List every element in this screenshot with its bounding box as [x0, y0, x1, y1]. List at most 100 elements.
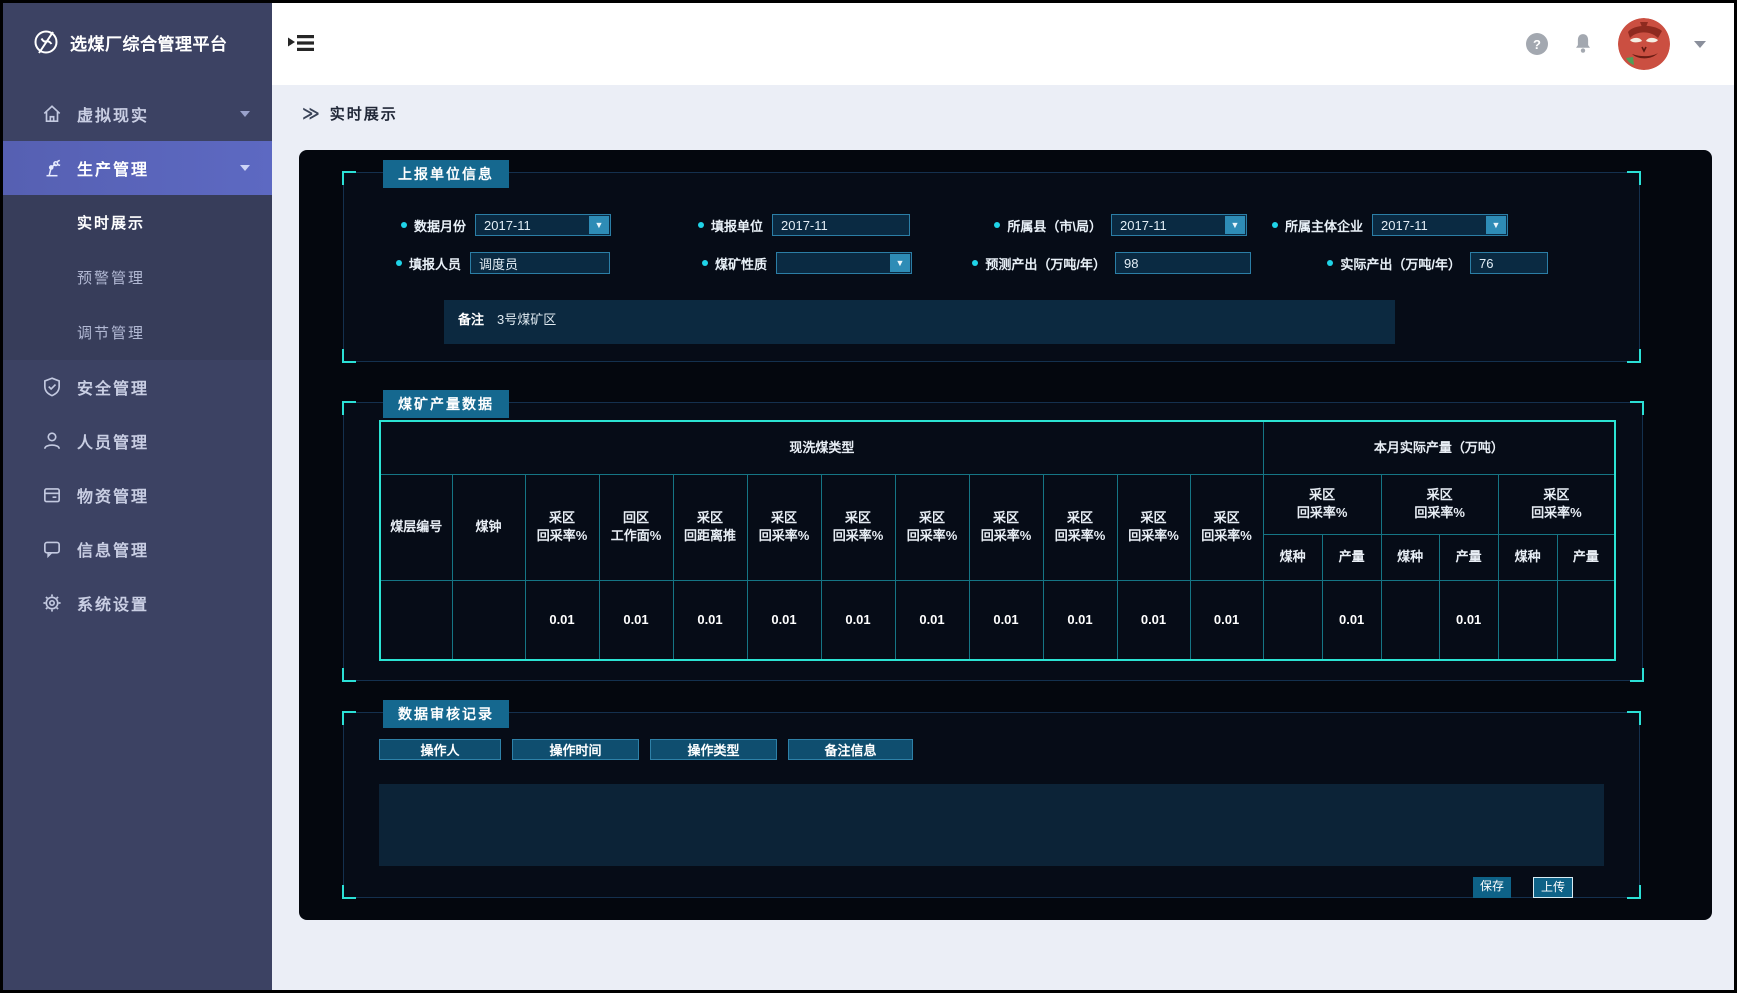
section-title: 煤矿产量数据	[383, 390, 509, 418]
sidebar-item-label: 系统设置	[77, 591, 149, 615]
app-logo-icon	[33, 29, 59, 55]
fill-unit-input[interactable]: 填报单位 2017-11	[772, 214, 910, 236]
notification-bell-icon[interactable]	[1572, 32, 1594, 56]
sidebar-item-personnel[interactable]: 人员管理	[3, 414, 272, 468]
field-label: 煤矿性质	[702, 252, 767, 274]
sub-header-coal: 煤种	[1263, 534, 1322, 580]
col-header-seam: 煤层编号	[380, 474, 452, 580]
data-month-select[interactable]: 数据月份 2017-11▼	[475, 214, 611, 236]
account-menu-chevron-icon[interactable]	[1694, 41, 1706, 48]
bullet-dot-icon	[702, 260, 708, 266]
avatar[interactable]	[1618, 18, 1670, 70]
sidebar-item-label: 人员管理	[77, 429, 149, 453]
data-cell[interactable]: 0.01	[1117, 580, 1190, 660]
bullet-dot-icon	[698, 222, 704, 228]
bullet-dot-icon	[972, 260, 978, 266]
corner-accent	[342, 885, 356, 899]
help-icon[interactable]: ?	[1526, 33, 1548, 55]
dropdown-arrow-icon[interactable]: ▼	[589, 216, 609, 234]
sidebar-item-virtual-reality[interactable]: 虚拟现实	[3, 87, 272, 141]
collapse-sidebar-icon[interactable]	[288, 31, 316, 55]
dropdown-arrow-icon[interactable]: ▼	[890, 254, 910, 272]
sidebar-item-production[interactable]: 生产管理	[3, 141, 272, 195]
bullet-dot-icon	[1272, 222, 1278, 228]
col-header: 回区工作面%	[599, 474, 673, 580]
section-title: 数据审核记录	[383, 700, 509, 728]
corner-accent	[1627, 885, 1641, 899]
dropdown-arrow-icon[interactable]: ▼	[1486, 216, 1506, 234]
data-cell[interactable]: 0.01	[969, 580, 1043, 660]
audit-col-remark[interactable]: 备注信息	[788, 739, 913, 760]
bullet-dot-icon	[994, 222, 1000, 228]
save-button[interactable]: 保存	[1473, 877, 1511, 898]
data-cell[interactable]: 0.01	[1439, 580, 1498, 660]
audit-col-type[interactable]: 操作类型	[650, 739, 777, 760]
corner-accent	[1627, 349, 1641, 363]
corner-accent	[1627, 711, 1641, 725]
robot-arm-icon	[41, 157, 63, 179]
corner-accent	[1630, 401, 1644, 415]
bullet-dot-icon	[1327, 260, 1333, 266]
forecast-output-input[interactable]: 预测产出（万吨/年） 98	[1115, 252, 1251, 274]
county-select[interactable]: 所属县（市\局） 2017-11▼	[1111, 214, 1247, 236]
data-cell[interactable]: 0.01	[599, 580, 673, 660]
sidebar-item-settings[interactable]: 系统设置	[3, 576, 272, 630]
corner-accent	[342, 668, 356, 682]
sidebar-subitem-adjust[interactable]: 调节管理	[3, 305, 272, 360]
sidebar-menu: 虚拟现实 生产管理 实时展示 预警管	[3, 87, 272, 630]
data-cell[interactable]: 0.01	[673, 580, 747, 660]
topbar-right: ?	[1526, 3, 1706, 85]
gear-icon	[41, 592, 63, 614]
data-cell[interactable]	[1557, 580, 1615, 660]
sidebar-item-label: 虚拟现实	[77, 102, 149, 126]
audit-column-headers: 操作人 操作时间 操作类型 备注信息	[379, 739, 913, 760]
group-header: 采区回采率%	[1498, 474, 1615, 534]
sidebar-item-label: 安全管理	[77, 375, 149, 399]
breadcrumb: ≫ 实时展示	[272, 85, 1734, 142]
app-title: 选煤厂综合管理平台	[70, 30, 228, 55]
data-cell[interactable]: 0.01	[1043, 580, 1117, 660]
remark-box[interactable]: 备注 3号煤矿区	[444, 300, 1395, 344]
data-cell[interactable]: 0.01	[525, 580, 599, 660]
sidebar-item-materials[interactable]: 物资管理	[3, 468, 272, 522]
col-header: 采区回采率%	[1117, 474, 1190, 580]
group-header: 采区回采率%	[1263, 474, 1381, 534]
sub-header-coal: 煤种	[1381, 534, 1439, 580]
sub-header-coal: 煤种	[1498, 534, 1557, 580]
actual-output-input[interactable]: 实际产出（万吨/年） 76	[1470, 252, 1548, 274]
enterprise-select[interactable]: 所属主体企业 2017-11▼	[1372, 214, 1508, 236]
sub-header-output: 产量	[1557, 534, 1615, 580]
audit-col-time[interactable]: 操作时间	[512, 739, 639, 760]
home-icon	[41, 103, 63, 125]
sidebar-subitem-realtime[interactable]: 实时展示	[3, 195, 272, 250]
upload-button[interactable]: 上传	[1533, 877, 1573, 898]
data-cell[interactable]: 0.01	[821, 580, 895, 660]
sidebar: 选煤厂综合管理平台 虚拟现实	[3, 3, 272, 990]
corner-accent	[342, 401, 356, 415]
data-cell[interactable]	[1498, 580, 1557, 660]
corner-accent	[342, 711, 356, 725]
audit-col-operator[interactable]: 操作人	[379, 739, 501, 760]
data-cell[interactable]: 0.01	[1322, 580, 1381, 660]
sidebar-item-safety[interactable]: 安全管理	[3, 360, 272, 414]
corner-accent	[342, 171, 356, 185]
sidebar-subitem-warning[interactable]: 预警管理	[3, 250, 272, 305]
chat-icon	[41, 538, 63, 560]
mine-nature-select[interactable]: 煤矿性质 ▼	[776, 252, 912, 274]
corner-accent	[342, 349, 356, 363]
data-cell-seam[interactable]	[380, 580, 452, 660]
sidebar-item-information[interactable]: 信息管理	[3, 522, 272, 576]
section-report-unit: 上报单位信息 数据月份 2017-11▼ 填报单位 2017-11 所属县（市\…	[343, 172, 1640, 362]
remark-label: 备注	[458, 309, 484, 328]
fill-person-input[interactable]: 填报人员 调度员	[470, 252, 610, 274]
corner-accent	[1627, 171, 1641, 185]
data-cell[interactable]: 0.01	[747, 580, 821, 660]
data-cell[interactable]: 0.01	[1190, 580, 1263, 660]
col-header-coal: 煤钟	[452, 474, 525, 580]
data-cell-coal[interactable]	[452, 580, 525, 660]
data-cell[interactable]	[1263, 580, 1322, 660]
data-cell[interactable]	[1381, 580, 1439, 660]
table-group-wash: 现洗煤类型	[380, 421, 1263, 474]
data-cell[interactable]: 0.01	[895, 580, 969, 660]
dropdown-arrow-icon[interactable]: ▼	[1225, 216, 1245, 234]
